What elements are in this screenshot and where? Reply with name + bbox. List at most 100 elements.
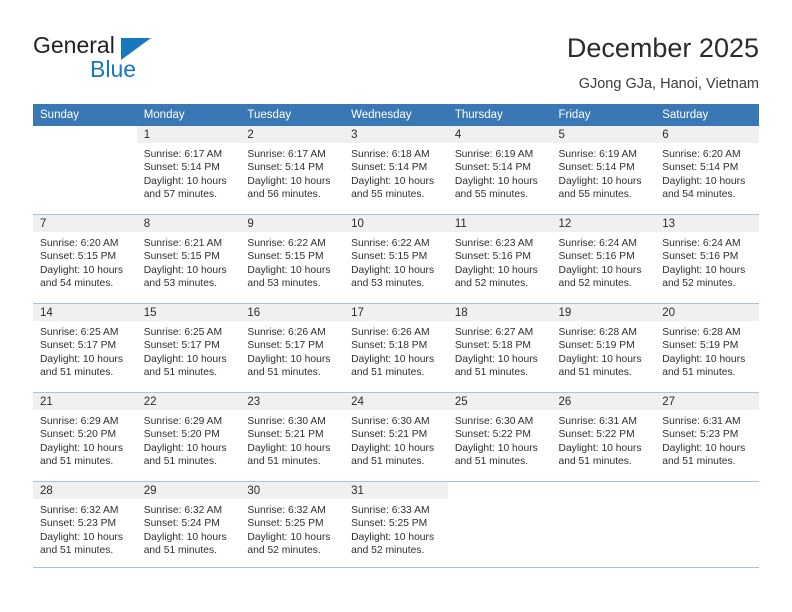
day-cell[interactable]: 4 Sunrise: 6:19 AM Sunset: 5:14 PM Daylight… [447,126,552,215]
day-cell[interactable]: 11 Sunrise: 6:23 AM Sunset: 5:16 PM Dayligh… [447,214,552,304]
sunset-text: Sunset: 5:22 PM [558,429,635,441]
day-number: 2 [240,126,345,143]
daylight-text-line1: Daylight: 10 hours [662,442,746,454]
weekday-header-row: Sunday Monday Tuesday Wednesday Thursday… [33,104,759,126]
sunset-text: Sunset: 5:14 PM [558,162,635,174]
daylight-text-line2: and 51 minutes. [40,367,114,379]
day-cell[interactable]: 17 Sunrise: 6:26 AM Sunset: 5:18 PM Dayligh… [344,303,448,393]
day-cell[interactable]: 3 Sunrise: 6:18 AM Sunset: 5:14 PM Daylight… [344,126,448,215]
daylight-text-line1: Daylight: 10 hours [454,442,538,454]
daylight-text-line1: Daylight: 10 hours [558,264,642,276]
sunrise-text: Sunrise: 6:18 AM [351,149,430,160]
daylight-text-line1: Daylight: 10 hours [247,175,331,187]
day-details: Sunrise: 6:24 AM Sunset: 5:16 PM Daylight:… [552,232,656,291]
day-details: Sunrise: 6:20 AM Sunset: 5:15 PM Daylight:… [33,232,137,291]
day-cell[interactable]: 31 Sunrise: 6:33 AM Sunset: 5:25 PM Dayligh… [344,481,448,570]
day-number: 11 [447,215,552,232]
day-cell[interactable]: 28 Sunrise: 6:32 AM Sunset: 5:23 PM Dayligh… [33,481,137,570]
day-cell[interactable]: 25 Sunrise: 6:30 AM Sunset: 5:22 PM Dayligh… [447,392,552,482]
daylight-text-line2: and 51 minutes. [662,456,736,468]
sunrise-text: Sunrise: 6:22 AM [247,238,326,249]
day-number: 7 [33,215,137,232]
daylight-text-line1: Daylight: 10 hours [247,442,331,454]
day-cell[interactable]: 24 Sunrise: 6:30 AM Sunset: 5:21 PM Dayligh… [344,392,448,482]
day-number: 29 [136,482,241,499]
day-cell-empty [447,481,552,570]
day-cell[interactable]: 12 Sunrise: 6:24 AM Sunset: 5:16 PM Dayligh… [551,214,656,304]
daylight-text-line2: and 51 minutes. [40,545,114,557]
day-cell[interactable]: 9 Sunrise: 6:22 AM Sunset: 5:15 PM Daylight… [240,214,345,304]
day-cell[interactable]: 23 Sunrise: 6:30 AM Sunset: 5:21 PM Dayligh… [240,392,345,482]
day-cell[interactable]: 13 Sunrise: 6:24 AM Sunset: 5:16 PM Dayligh… [655,214,759,304]
day-cell[interactable]: 7 Sunrise: 6:20 AM Sunset: 5:15 PM Daylight… [33,214,137,304]
day-details: Sunrise: 6:31 AM Sunset: 5:22 PM Daylight:… [552,410,656,469]
sunset-text: Sunset: 5:22 PM [454,429,531,441]
sunset-text: Sunset: 5:14 PM [143,162,220,174]
day-details: Sunrise: 6:26 AM Sunset: 5:18 PM Daylight:… [344,321,448,380]
calendar-week-row: 28 Sunrise: 6:32 AM Sunset: 5:23 PM Dayligh… [33,481,759,570]
sunrise-text: Sunrise: 6:29 AM [143,416,223,427]
day-number: 19 [551,304,656,321]
day-cell[interactable]: 30 Sunrise: 6:32 AM Sunset: 5:25 PM Dayligh… [240,481,345,570]
day-details: Sunrise: 6:24 AM Sunset: 5:16 PM Daylight:… [655,232,759,291]
daylight-text-line2: and 54 minutes. [662,189,736,201]
sunset-text: Sunset: 5:14 PM [351,162,428,174]
daylight-text-line2: and 51 minutes. [40,456,114,468]
day-number: 13 [655,215,759,232]
day-cell[interactable]: 8 Sunrise: 6:21 AM Sunset: 5:15 PM Daylight… [136,214,241,304]
daylight-text-line2: and 53 minutes. [143,278,217,290]
day-details: Sunrise: 6:21 AM Sunset: 5:15 PM Daylight:… [137,232,241,291]
daylight-text-line2: and 57 minutes. [143,189,217,201]
day-cell[interactable]: 5 Sunrise: 6:19 AM Sunset: 5:14 PM Daylight… [551,126,656,215]
day-details: Sunrise: 6:32 AM Sunset: 5:24 PM Daylight:… [137,499,241,558]
day-cell[interactable]: 18 Sunrise: 6:27 AM Sunset: 5:18 PM Dayligh… [447,303,552,393]
day-cell[interactable]: 19 Sunrise: 6:28 AM Sunset: 5:19 PM Dayligh… [551,303,656,393]
day-number [33,126,137,143]
day-details: Sunrise: 6:30 AM Sunset: 5:22 PM Daylight:… [448,410,552,469]
daylight-text-line2: and 53 minutes. [351,278,425,290]
day-cell[interactable]: 10 Sunrise: 6:22 AM Sunset: 5:15 PM Dayligh… [344,214,448,304]
day-cell[interactable]: 29 Sunrise: 6:32 AM Sunset: 5:24 PM Dayligh… [136,481,241,570]
daylight-text-line1: Daylight: 10 hours [662,353,746,365]
sunrise-text: Sunrise: 6:19 AM [454,149,534,160]
sunrise-text: Sunrise: 6:17 AM [247,149,326,160]
day-cell[interactable]: 16 Sunrise: 6:26 AM Sunset: 5:17 PM Dayligh… [240,303,345,393]
daylight-text-line2: and 51 minutes. [247,456,321,468]
logo-text-general: General [33,32,115,58]
day-cell[interactable]: 15 Sunrise: 6:25 AM Sunset: 5:17 PM Dayligh… [136,303,241,393]
logo-text-blue: Blue [90,56,137,82]
day-number: 26 [551,393,656,410]
day-cell[interactable]: 14 Sunrise: 6:25 AM Sunset: 5:17 PM Dayligh… [33,303,137,393]
daylight-text-line1: Daylight: 10 hours [351,264,435,276]
sunset-text: Sunset: 5:14 PM [247,162,324,174]
daylight-text-line2: and 51 minutes. [558,456,632,468]
day-cell[interactable]: 26 Sunrise: 6:31 AM Sunset: 5:22 PM Dayligh… [551,392,656,482]
sunset-text: Sunset: 5:16 PM [662,251,739,263]
sunset-text: Sunset: 5:16 PM [558,251,635,263]
day-cell[interactable]: 22 Sunrise: 6:29 AM Sunset: 5:20 PM Dayligh… [136,392,241,482]
daylight-text-line1: Daylight: 10 hours [143,353,227,365]
day-details: Sunrise: 6:29 AM Sunset: 5:20 PM Daylight:… [33,410,137,469]
daylight-text-line2: and 51 minutes. [143,367,217,379]
sunset-text: Sunset: 5:21 PM [351,429,428,441]
day-number: 1 [136,126,241,143]
day-cell[interactable]: 21 Sunrise: 6:29 AM Sunset: 5:20 PM Dayligh… [33,392,137,482]
daylight-text-line1: Daylight: 10 hours [662,175,746,187]
day-details: Sunrise: 6:22 AM Sunset: 5:15 PM Daylight:… [240,232,344,291]
sunrise-text: Sunrise: 6:32 AM [247,505,326,516]
day-cell[interactable]: 2 Sunrise: 6:17 AM Sunset: 5:14 PM Daylight… [240,126,345,215]
sunset-text: Sunset: 5:17 PM [247,340,324,352]
day-cell[interactable]: 1 Sunrise: 6:17 AM Sunset: 5:14 PM Daylight… [136,126,241,215]
daylight-text-line1: Daylight: 10 hours [351,442,435,454]
day-cell-empty [33,126,137,215]
sunrise-text: Sunrise: 6:22 AM [351,238,430,249]
general-blue-logo[interactable]: General Blue [33,32,233,88]
day-cell[interactable]: 6 Sunrise: 6:20 AM Sunset: 5:14 PM Daylight… [655,126,759,215]
day-cell[interactable]: 20 Sunrise: 6:28 AM Sunset: 5:19 PM Dayligh… [655,303,759,393]
sunrise-text: Sunrise: 6:29 AM [40,416,119,427]
daylight-text-line1: Daylight: 10 hours [40,531,123,543]
sunset-text: Sunset: 5:19 PM [558,340,635,352]
day-cell[interactable]: 27 Sunrise: 6:31 AM Sunset: 5:23 PM Dayligh… [655,392,759,482]
sunset-text: Sunset: 5:17 PM [143,340,220,352]
day-details: Sunrise: 6:27 AM Sunset: 5:18 PM Daylight:… [448,321,552,380]
